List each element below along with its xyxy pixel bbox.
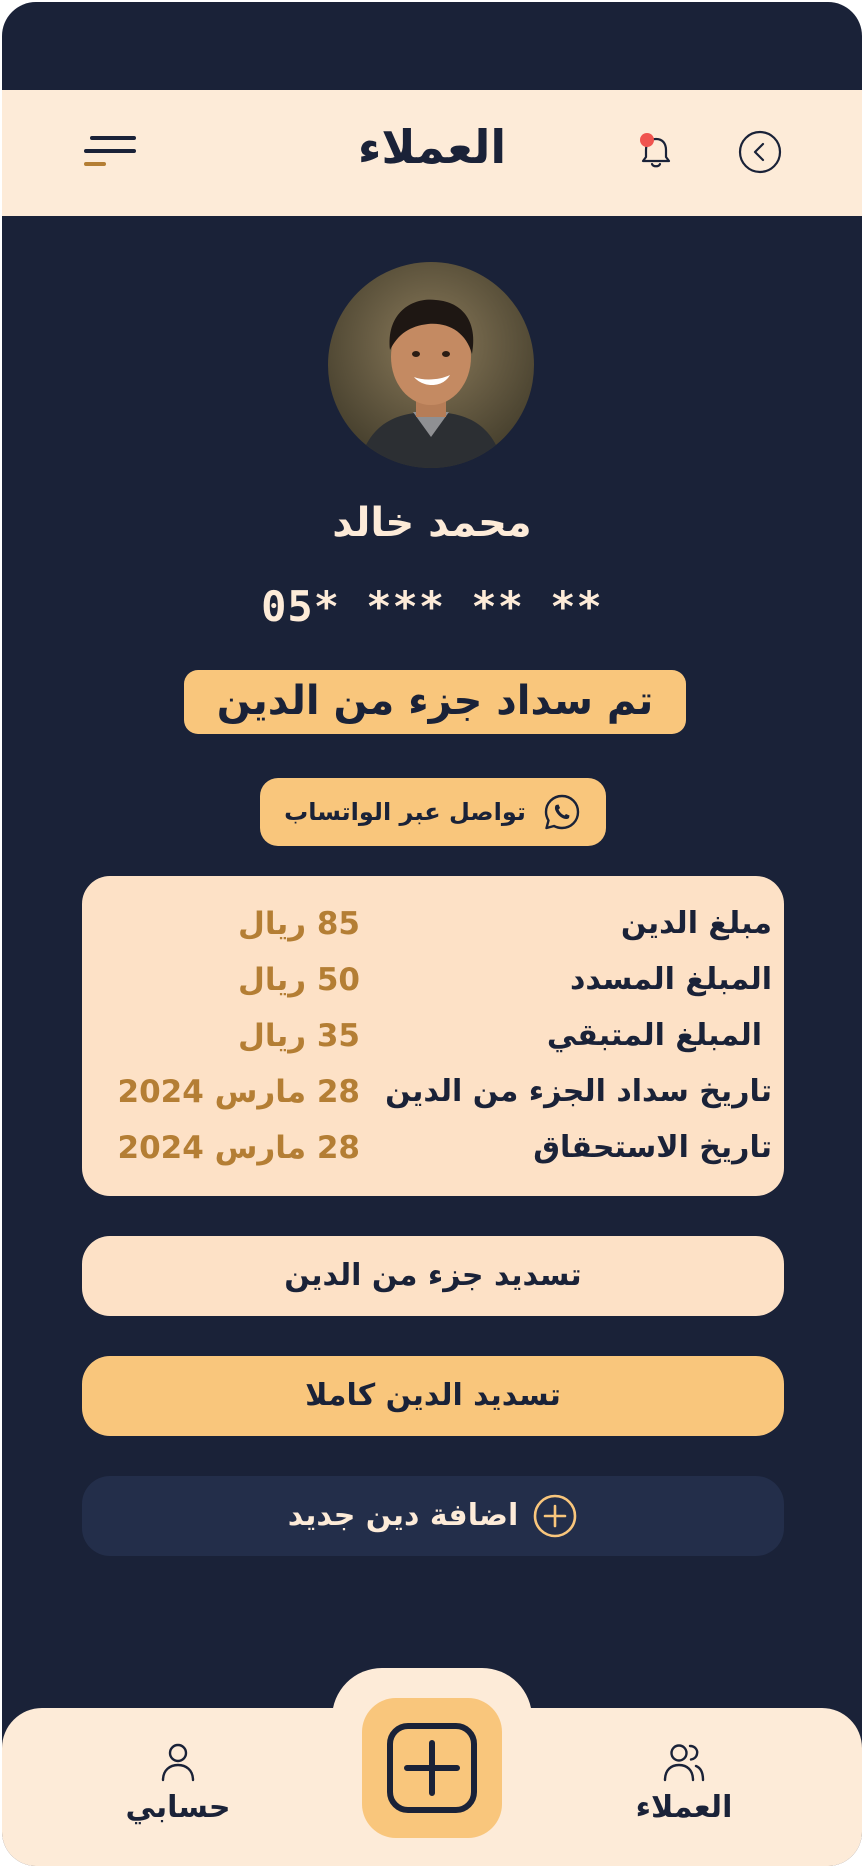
top-bar: العملاء — [2, 90, 862, 216]
detail-row-paid-amount: المبلغ المسدد 50 ريال — [82, 962, 784, 1018]
detail-row-debt-amount: مبلغ الدين 85 ريال — [82, 906, 784, 962]
bell-icon[interactable] — [634, 130, 678, 174]
detail-value: 50 ريال — [238, 962, 360, 998]
notification-dot — [640, 133, 654, 147]
status-badge: تم سداد جزء من الدين — [184, 670, 686, 734]
add-fab-button[interactable] — [362, 1698, 502, 1838]
nav-item-customers[interactable]: العملاء — [614, 1738, 754, 1825]
user-icon — [161, 1743, 195, 1782]
pay-partial-button[interactable]: تسديد جزء من الدين — [82, 1236, 784, 1316]
chevron-left-icon[interactable] — [738, 130, 782, 174]
detail-value: 35 ريال — [238, 1018, 360, 1054]
detail-label: مبلغ الدين — [620, 906, 772, 941]
add-debt-label: اضافة دين جديد — [287, 1498, 519, 1533]
page-title: العملاء — [357, 120, 507, 174]
nav-item-account[interactable]: حسابي — [108, 1738, 248, 1825]
customer-name: محمد خالد — [332, 500, 532, 546]
detail-value: 28 مارس 2024 — [117, 1130, 360, 1166]
whatsapp-label: تواصل عبر الواتساب — [284, 798, 526, 826]
detail-value: 28 مارس 2024 — [117, 1074, 360, 1110]
detail-row-due-date: تاريخ الاستحقاق 28 مارس 2024 — [82, 1130, 784, 1186]
detail-row-remaining-amount: المبلغ المتبقي 35 ريال — [82, 1018, 784, 1074]
whatsapp-icon — [544, 794, 580, 830]
add-debt-button[interactable]: اضافة دين جديد — [82, 1476, 784, 1556]
detail-label: المبلغ المسدد — [569, 962, 772, 997]
detail-label: المبلغ المتبقي — [546, 1018, 762, 1053]
plus-square-icon — [387, 1723, 477, 1813]
nav-label-account: حسابي — [125, 1790, 231, 1825]
menu-icon[interactable] — [84, 136, 136, 166]
whatsapp-contact-button[interactable]: تواصل عبر الواتساب — [260, 778, 606, 846]
detail-label: تاريخ سداد الجزء من الدين — [385, 1074, 772, 1109]
detail-row-partial-payment-date: تاريخ سداد الجزء من الدين 28 مارس 2024 — [82, 1074, 784, 1130]
nav-label-customers: العملاء — [635, 1790, 733, 1825]
pay-full-button[interactable]: تسديد الدين كاملا — [82, 1356, 784, 1436]
detail-value: 85 ريال — [238, 906, 360, 942]
debt-details-card: مبلغ الدين 85 ريال المبلغ المسدد 50 ريال… — [82, 876, 784, 1196]
users-icon — [663, 1744, 705, 1782]
avatar — [328, 262, 534, 468]
app-screen: العملاء محمد خالد 05* *** ** ** تم سداد … — [2, 2, 862, 1866]
plus-circle-icon — [533, 1494, 577, 1538]
customer-phone: 05* *** ** ** — [261, 582, 603, 631]
detail-label: تاريخ الاستحقاق — [533, 1130, 772, 1165]
